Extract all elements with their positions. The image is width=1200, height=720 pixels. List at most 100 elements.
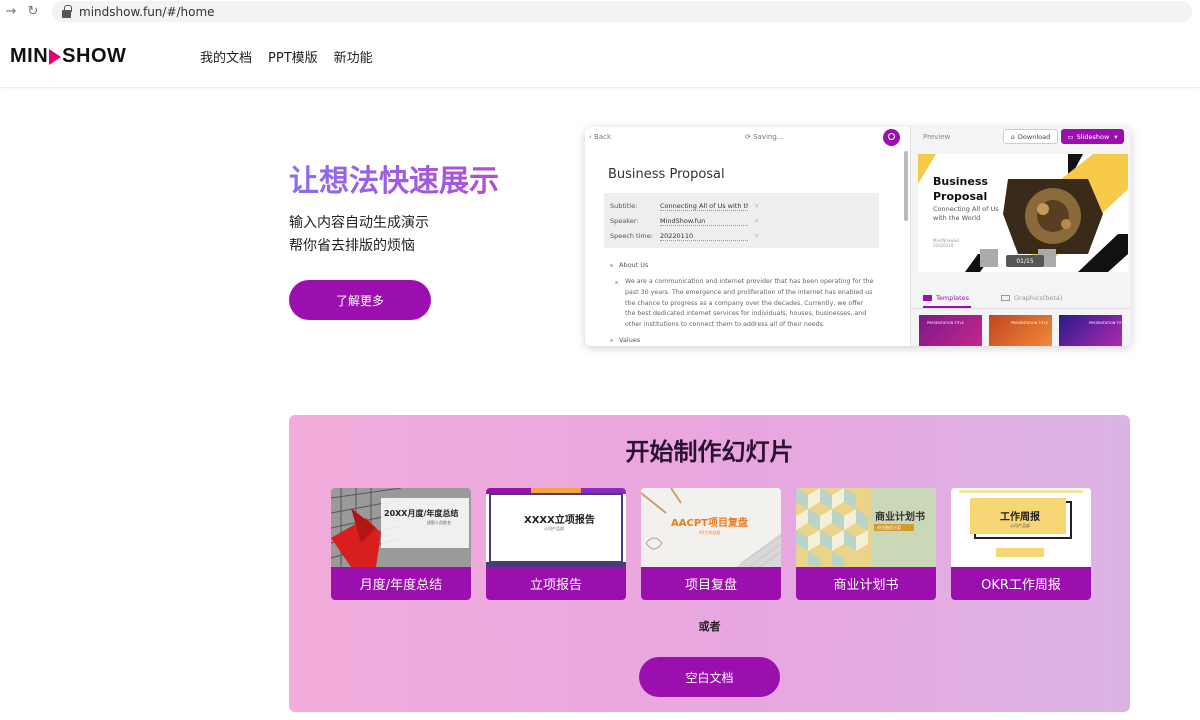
slide-date: 20220110 bbox=[933, 243, 954, 248]
hero-line-1: 输入内容自动生成演示 bbox=[289, 215, 429, 231]
template-thumbs: PRESENTATION TITLE PRESENTATION TITLE PR… bbox=[919, 315, 1126, 346]
card-thumb-sub: XX工作总结 bbox=[699, 530, 721, 535]
slideshow-button: ▭ Slideshow ▾ bbox=[1061, 129, 1124, 144]
section-values-label: Values bbox=[619, 336, 641, 344]
template-card-okr-weekly[interactable]: 工作周报 公司产品部 OKR工作周报 bbox=[951, 488, 1091, 600]
nav-new-features[interactable]: 新功能 bbox=[334, 47, 373, 66]
slide-title: Business Proposal bbox=[933, 175, 988, 203]
card-thumbnail: 工作周报 公司产品部 bbox=[951, 488, 1091, 567]
download-label: Download bbox=[1017, 132, 1051, 141]
template-thumb: PRESENTATION TITLE bbox=[989, 315, 1052, 346]
about-paragraph: We are a communication and internet prov… bbox=[615, 277, 875, 331]
section-values: Values bbox=[610, 336, 640, 344]
nav-ppt-templates[interactable]: PPT模版 bbox=[268, 47, 318, 66]
editor-pane: ‹ Back ⟳ Saving... Business Proposal Sub… bbox=[585, 127, 910, 346]
saving-label: Saving... bbox=[753, 133, 784, 141]
clear-icon: ✕ bbox=[754, 232, 760, 240]
template-card-project-review[interactable]: AACPT项目复盘 XX工作总结 项目复盘 bbox=[641, 488, 781, 600]
hero-line-2: 帮你省去排版的烦恼 bbox=[289, 238, 415, 254]
card-thumbnail: 商业计划书 创业融资方案 bbox=[796, 488, 936, 567]
card-label[interactable]: OKR工作周报 bbox=[951, 567, 1091, 600]
preview-tabs: Templates Graphics(beta) bbox=[911, 289, 1131, 309]
card-thumb-sub: 公司产品部 bbox=[1010, 523, 1030, 528]
slideshow-label: Slideshow bbox=[1076, 132, 1110, 141]
blank-document-button[interactable]: 空白文档 bbox=[639, 657, 780, 697]
tab-graphics-label: Graphics(beta) bbox=[1014, 294, 1063, 302]
hero-subtitle: 输入内容自动生成演示 帮你省去排版的烦恼 bbox=[289, 212, 429, 258]
site-header: MIN SHOW 我的文档 PPT模版 新功能 bbox=[0, 24, 1200, 88]
card-thumbnail: AACPT项目复盘 XX工作总结 bbox=[641, 488, 781, 567]
learn-more-button[interactable]: 了解更多 bbox=[289, 280, 431, 320]
start-section: 开始制作幻灯片 20XX月度/年度总结 述职人员姓名 月度/年度总结 XXXX立… bbox=[289, 415, 1130, 712]
meta-row: Speaker: MindShow.fun ✕ bbox=[610, 217, 759, 226]
nav-my-docs[interactable]: 我的文档 bbox=[200, 47, 252, 66]
template-card-business-plan[interactable]: 商业计划书 创业融资方案 商业计划书 bbox=[796, 488, 936, 600]
logo-play-icon bbox=[49, 48, 62, 65]
section-about: About Us bbox=[610, 261, 648, 269]
template-cards: 20XX月度/年度总结 述职人员姓名 月度/年度总结 XXXX立项报告 公司产品… bbox=[331, 488, 1091, 600]
card-label[interactable]: 立项报告 bbox=[486, 567, 626, 600]
download-button: ⌂ Download bbox=[1003, 129, 1058, 144]
card-thumb-sub: 述职人员姓名 bbox=[427, 520, 451, 525]
graphics-icon bbox=[1001, 295, 1010, 301]
slide-preview: Business Proposal Connecting All of Us w… bbox=[918, 154, 1128, 272]
template-thumb: PRESENTATION TITLE bbox=[919, 315, 982, 346]
card-thumbnail: 20XX月度/年度总结 述职人员姓名 bbox=[331, 488, 471, 567]
hero-title: 让想法快速展示 bbox=[289, 156, 499, 200]
top-nav: 我的文档 PPT模版 新功能 bbox=[200, 47, 373, 66]
card-thumb-title: 20XX月度/年度总结 bbox=[384, 509, 459, 518]
mindshow-logo[interactable]: MIN SHOW bbox=[10, 45, 126, 68]
meta-value: 20220110 bbox=[660, 232, 748, 241]
card-thumbnail: XXXX立项报告 公司产品部 bbox=[486, 488, 626, 567]
card-label[interactable]: 项目复盘 bbox=[641, 567, 781, 600]
template-card-project-report[interactable]: XXXX立项报告 公司产品部 立项报告 bbox=[486, 488, 626, 600]
logo-text-right: SHOW bbox=[62, 45, 127, 67]
bullet-icon bbox=[615, 281, 618, 284]
card-art bbox=[796, 488, 936, 567]
forward-arrow-icon[interactable]: → bbox=[0, 4, 22, 19]
about-paragraph-text: We are a communication and internet prov… bbox=[625, 278, 874, 329]
browser-toolbar: → ↻ mindshow.fun/#/home bbox=[0, 0, 1200, 23]
user-avatar-icon bbox=[883, 129, 900, 146]
reload-icon[interactable]: ↻ bbox=[22, 4, 44, 19]
meta-key: Speaker: bbox=[610, 217, 639, 225]
chevron-down-icon: ▾ bbox=[1114, 132, 1118, 141]
lock-icon bbox=[62, 4, 72, 18]
bullet-icon bbox=[610, 263, 613, 267]
template-thumb: PRESENTATION TITLE bbox=[1059, 315, 1126, 346]
saving-status: ⟳ Saving... bbox=[745, 133, 784, 141]
clear-icon: ✕ bbox=[754, 217, 760, 225]
preview-pane: Preview ⌂ Download ▭ Slideshow ▾ Busines… bbox=[910, 127, 1131, 346]
url-text[interactable]: mindshow.fun/#/home bbox=[79, 5, 215, 19]
logo-text-left: MIN bbox=[10, 45, 49, 67]
preview-label: Preview bbox=[923, 133, 951, 141]
card-label[interactable]: 月度/年度总结 bbox=[331, 567, 471, 600]
card-thumb-title: XXXX立项报告 bbox=[524, 515, 595, 526]
tab-templates: Templates bbox=[923, 294, 972, 308]
card-thumb-sub: 创业融资方案 bbox=[877, 525, 901, 530]
template-card-summary[interactable]: 20XX月度/年度总结 述职人员姓名 月度/年度总结 bbox=[331, 488, 471, 600]
card-thumb-sub: 公司产品部 bbox=[544, 526, 564, 531]
address-bar[interactable]: mindshow.fun/#/home bbox=[52, 1, 1192, 22]
thumb-text: PRESENTATION TITLE bbox=[927, 321, 964, 325]
editor-scrollbar bbox=[904, 151, 908, 221]
templates-icon bbox=[923, 295, 932, 301]
thumb-text: PRESENTATION TITLE bbox=[1089, 321, 1126, 325]
tab-graphics: Graphics(beta) bbox=[1001, 294, 1062, 302]
or-divider: 或者 bbox=[698, 620, 721, 633]
card-thumb-title: 商业计划书 bbox=[875, 512, 925, 523]
doc-title: Business Proposal bbox=[608, 167, 725, 182]
card-thumb-title: AACPT项目复盘 bbox=[671, 518, 748, 529]
meta-row: Speech time: 20220110 ✕ bbox=[610, 232, 759, 241]
card-thumb-title: 工作周报 bbox=[1000, 512, 1040, 523]
card-label[interactable]: 商业计划书 bbox=[796, 567, 936, 600]
page-indicator: 01/15 bbox=[1006, 255, 1044, 267]
clear-icon: ✕ bbox=[754, 202, 760, 210]
meta-key: Speech time: bbox=[610, 232, 653, 240]
meta-row: Subtitle: Connecting All of Us with th ✕ bbox=[610, 202, 759, 211]
start-title: 开始制作幻灯片 bbox=[625, 438, 794, 466]
app-preview-screenshot: ‹ Back ⟳ Saving... Business Proposal Sub… bbox=[585, 127, 1131, 346]
editor-topbar: ‹ Back ⟳ Saving... bbox=[585, 127, 910, 147]
slide-org: MindShowSxl 20220110 bbox=[933, 238, 959, 248]
back-link: ‹ Back bbox=[589, 133, 612, 141]
